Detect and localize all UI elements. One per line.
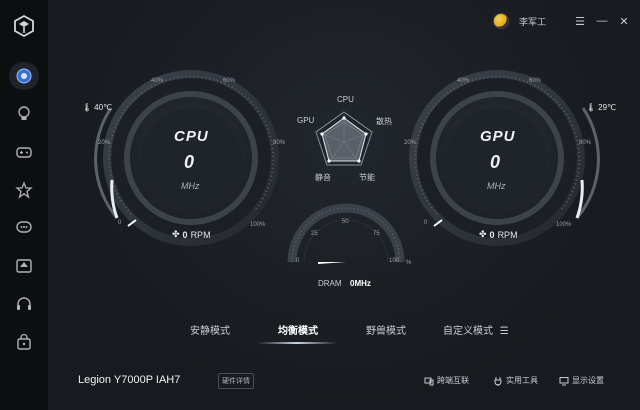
active-tab-indicator (257, 342, 337, 344)
gpu-fan-rpm: ✤ 0 RPM (479, 229, 518, 240)
tab-custom-mode[interactable]: 自定义模式 ☰ (443, 322, 509, 337)
app-logo (12, 14, 36, 38)
performance-radar (315, 111, 373, 166)
cpu-tick-0: 0 (118, 220, 122, 226)
plug-icon (494, 376, 502, 386)
cpu-freq-value: 0 (184, 152, 195, 172)
dram-tick-0: 0 (296, 258, 300, 264)
sidebar-item-store[interactable] (14, 332, 34, 352)
dram-percent: % (406, 260, 412, 266)
bottom-bar: Legion Y7000P IAH7 硬件详情 跨端互联 实用工具 显示设置 (48, 366, 640, 396)
dashboard-icon (16, 68, 32, 84)
cross-device-button[interactable]: 跨端互联 (424, 375, 469, 386)
dram-tick-100: 100 (389, 258, 400, 264)
list-icon: ☰ (499, 326, 509, 337)
thermometer-icon: 🌡 (586, 103, 597, 112)
gpu-gauge (409, 70, 600, 246)
gpu-tick-0: 0 (424, 220, 428, 226)
tab-quiet-mode[interactable]: 安静模式 (190, 322, 230, 337)
fan-icon: ✤ (172, 229, 180, 239)
dram-tick-25: 25 (311, 231, 318, 237)
gpu-tick-60: 60% (529, 78, 542, 84)
sidebar-item-chat[interactable] (14, 218, 34, 238)
gpu-temp: 🌡 29℃ (586, 103, 617, 112)
display-settings-button[interactable]: 显示设置 (559, 375, 604, 386)
hardware-details-button[interactable]: 硬件详情 (218, 373, 254, 389)
sidebar (0, 0, 48, 410)
headset-icon (17, 297, 31, 310)
dram-tick-50: 50 (342, 219, 349, 225)
cpu-fan-rpm: ✤ 0 RPM (172, 229, 211, 240)
utility-tools-button[interactable]: 实用工具 (493, 375, 538, 386)
gpu-tick-100: 100% (556, 222, 572, 228)
tab-balanced-mode[interactable]: 均衡模式 (278, 322, 318, 337)
cpu-tick-100: 100% (250, 222, 266, 228)
cpu-temp: 🌡 40℃ (82, 103, 113, 112)
sidebar-item-update[interactable] (14, 256, 34, 276)
dram-gauge (287, 203, 405, 264)
tab-beast-mode[interactable]: 野兽模式 (366, 322, 406, 337)
radar-label-gpu: GPU (297, 116, 315, 125)
fan-icon: ✤ (479, 229, 487, 239)
radar-label-silent: 静音 (315, 173, 331, 182)
sidebar-item-lighting[interactable] (14, 104, 34, 124)
sidebar-item-game[interactable] (14, 142, 34, 162)
chat-icon (16, 221, 32, 233)
lightbulb-icon (18, 106, 30, 120)
radar-label-cpu: CPU (337, 95, 354, 104)
gamepad-icon (16, 147, 32, 158)
sidebar-item-favorites[interactable] (14, 180, 34, 200)
cpu-tick-80: 80% (273, 140, 286, 146)
dram-value: 0MHz (350, 279, 371, 288)
thermometer-icon: 🌡 (82, 103, 93, 112)
cpu-tick-40: 40% (151, 78, 164, 84)
gpu-title: GPU (480, 128, 516, 145)
devices-icon (424, 377, 434, 385)
main-panel: 李军工 ☰ — ✕ 🌡 40℃ CPU 0 MHz ✤ 0 RPM 0 20% … (48, 0, 640, 410)
gpu-tick-20: 20% (404, 140, 417, 146)
star-icon (15, 181, 33, 199)
radar-label-eco: 节能 (359, 173, 375, 182)
sidebar-item-dashboard[interactable] (14, 66, 34, 86)
dram-label: DRAM (318, 279, 342, 288)
cpu-freq-unit: MHz (181, 181, 200, 191)
gpu-freq-unit: MHz (487, 181, 506, 191)
cpu-tick-60: 60% (223, 78, 236, 84)
gauges-graphic (94, 70, 600, 264)
cpu-title: CPU (174, 128, 209, 145)
bag-icon (17, 333, 31, 350)
mode-tabs: 安静模式 均衡模式 野兽模式 自定义模式 ☰ (48, 318, 640, 342)
device-name: Legion Y7000P IAH7 (78, 374, 181, 386)
gpu-freq-value: 0 (490, 152, 501, 172)
upload-icon (16, 259, 32, 273)
sidebar-item-support[interactable] (14, 294, 34, 314)
radar-label-cooling: 散热 (376, 117, 392, 126)
gpu-tick-80: 80% (579, 140, 592, 146)
cpu-tick-20: 20% (98, 140, 111, 146)
monitor-icon (559, 376, 569, 385)
gpu-tick-40: 40% (457, 78, 470, 84)
dram-tick-75: 75 (373, 231, 380, 237)
